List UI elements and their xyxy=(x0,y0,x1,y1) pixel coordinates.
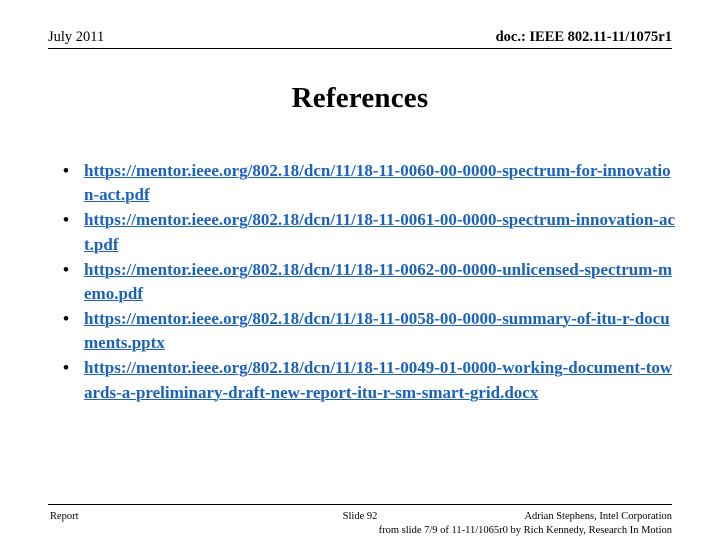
list-item: • https://mentor.ieee.org/802.18/dcn/11/… xyxy=(48,307,678,356)
slide-footer: Report Slide 92 Adrian Stephens, Intel C… xyxy=(48,508,672,538)
list-item: • https://mentor.ieee.org/802.18/dcn/11/… xyxy=(48,258,678,307)
reference-link[interactable]: https://mentor.ieee.org/802.18/dcn/11/18… xyxy=(84,210,675,253)
bullet-icon: • xyxy=(63,161,69,180)
header-date: July 2011 xyxy=(48,29,105,45)
reference-link[interactable]: https://mentor.ieee.org/802.18/dcn/11/18… xyxy=(84,309,670,352)
list-item: • https://mentor.ieee.org/802.18/dcn/11/… xyxy=(48,159,678,208)
reference-link[interactable]: https://mentor.ieee.org/802.18/dcn/11/18… xyxy=(84,161,671,204)
page-title: References xyxy=(291,82,429,114)
footer-divider xyxy=(48,504,672,505)
footer-author: Adrian Stephens, Intel Corporation xyxy=(524,511,672,522)
header-document-number: doc.: IEEE 802.11-11/1075r1 xyxy=(495,29,672,45)
list-item: • https://mentor.ieee.org/802.18/dcn/11/… xyxy=(48,356,678,405)
slide-header: July 2011 doc.: IEEE 802.11-11/1075r1 xyxy=(48,28,672,50)
bullet-icon: • xyxy=(63,259,69,279)
bullet-icon: • xyxy=(63,308,69,328)
header-divider xyxy=(48,48,672,49)
footer-source-note: from slide 7/9 of 11-11/1065r0 by Rich K… xyxy=(378,525,672,536)
bullet-icon: • xyxy=(63,358,69,378)
reference-link[interactable]: https://mentor.ieee.org/802.18/dcn/11/18… xyxy=(84,260,672,303)
bullet-icon: • xyxy=(63,210,69,230)
references-list: • https://mentor.ieee.org/802.18/dcn/11/… xyxy=(48,159,678,406)
list-item: • https://mentor.ieee.org/802.18/dcn/11/… xyxy=(48,208,678,257)
reference-link[interactable]: https://mentor.ieee.org/802.18/dcn/11/18… xyxy=(84,358,672,401)
presentation-slide: July 2011 doc.: IEEE 802.11-11/1075r1 Re… xyxy=(0,0,720,540)
